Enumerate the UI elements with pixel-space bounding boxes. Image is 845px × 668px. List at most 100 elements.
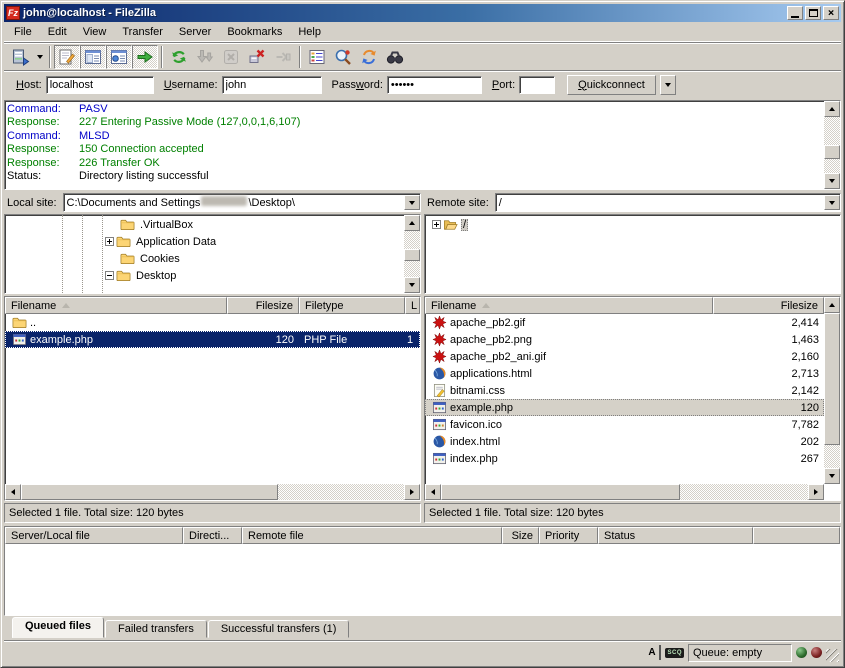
file-row-index-html[interactable]: index.html202 <box>425 433 824 450</box>
tab-failed-transfers[interactable]: Failed transfers <box>105 620 207 638</box>
site-manager-button[interactable] <box>8 45 34 69</box>
remote-site-dropdown-button[interactable] <box>824 195 840 210</box>
file-row-applications-html[interactable]: applications.html2,713 <box>425 365 824 382</box>
toggle-transfer-queue-button[interactable] <box>132 45 158 69</box>
expand-icon[interactable] <box>105 237 114 246</box>
file-row-favicon-ico[interactable]: favicon.ico7,782 <box>425 416 824 433</box>
image-icon <box>432 315 447 330</box>
arrow-down-icon <box>829 474 835 478</box>
menu-item-server[interactable]: Server <box>171 24 219 40</box>
local-scroll-left-button[interactable] <box>5 484 21 500</box>
directory-listing-filters-button[interactable] <box>304 45 330 69</box>
file-row-example-php[interactable]: example.php120 <box>425 399 824 416</box>
toggle-remote-tree-icon <box>110 48 128 66</box>
tab-successful-transfers-1-[interactable]: Successful transfers (1) <box>208 620 350 638</box>
tree-item-cookies[interactable]: Cookies <box>6 250 403 267</box>
local-scroll-thumb[interactable] <box>21 484 278 500</box>
menu-item-edit[interactable]: Edit <box>40 24 75 40</box>
log-scroll-thumb[interactable] <box>824 145 840 159</box>
local-tree-scroll-thumb[interactable] <box>404 249 420 261</box>
remote-scroll-right-button[interactable] <box>808 484 824 500</box>
local-site-combobox[interactable]: C:\Documents and Settings\Desktop\ <box>63 193 421 212</box>
host-input[interactable] <box>46 76 154 94</box>
minimize-button[interactable] <box>787 6 803 20</box>
quickconnect-button[interactable]: Quickconnect <box>567 75 656 95</box>
collapse-icon[interactable] <box>105 271 114 280</box>
tree-item-desktop[interactable]: Desktop <box>6 267 403 284</box>
file-row-index-php[interactable]: index.php267 <box>425 450 824 467</box>
toggle-message-log-button[interactable] <box>54 45 80 69</box>
tab-queued-files[interactable]: Queued files <box>12 617 104 638</box>
site-manager-dropdown-button[interactable] <box>34 45 46 69</box>
synchronized-browsing-button[interactable] <box>356 45 382 69</box>
password-input[interactable] <box>387 76 482 94</box>
remote-site-combobox[interactable]: / <box>495 193 841 212</box>
file-row-bitnami-css[interactable]: bitnami.css2,142 <box>425 382 824 399</box>
expand-icon[interactable] <box>432 220 441 229</box>
column-header-server-local-file[interactable]: Server/Local file <box>5 527 183 544</box>
remote-scroll-left-button[interactable] <box>425 484 441 500</box>
log-scroll-up-button[interactable] <box>824 101 840 117</box>
menu-item-transfer[interactable]: Transfer <box>114 24 171 40</box>
remote-scroll-thumb-h[interactable] <box>441 484 680 500</box>
log-scroll-down-button[interactable] <box>824 173 840 189</box>
tree-item--virtualbox[interactable]: .VirtualBox <box>6 216 403 233</box>
local-tree: .VirtualBoxApplication DataCookiesDeskto… <box>4 214 421 294</box>
local-tree-scroll-up-button[interactable] <box>404 215 420 231</box>
toggle-remote-tree-button[interactable] <box>106 45 132 69</box>
local-hscrollbar[interactable] <box>5 484 420 500</box>
column-header-label: Priority <box>545 530 579 542</box>
tree-item-root[interactable]: / <box>426 216 839 233</box>
column-header-size[interactable]: Size <box>502 527 539 544</box>
menu-item-view[interactable]: View <box>75 24 115 40</box>
maximize-button[interactable] <box>805 6 821 20</box>
find-files-button[interactable] <box>382 45 408 69</box>
file-row--[interactable]: .. <box>5 314 420 331</box>
column-header-status[interactable]: Status <box>598 527 753 544</box>
local-scroll-right-button[interactable] <box>404 484 420 500</box>
remote-scroll-up-button[interactable] <box>824 297 840 313</box>
log-scrollbar[interactable] <box>824 101 840 189</box>
menu-item-file[interactable]: File <box>6 24 40 40</box>
column-header-end[interactable] <box>753 527 840 544</box>
column-header-filetype[interactable]: Filetype <box>299 297 405 314</box>
column-header-filename[interactable]: Filename <box>5 297 227 314</box>
quickconnect-dropdown-button[interactable] <box>660 75 676 95</box>
menu-item-help[interactable]: Help <box>290 24 329 40</box>
tree-item-application-data[interactable]: Application Data <box>6 233 403 250</box>
column-header-remote-file[interactable]: Remote file <box>242 527 502 544</box>
remote-vscrollbar[interactable] <box>824 297 840 484</box>
column-header-label: Filename <box>11 300 56 312</box>
speed-limits-icon[interactable]: SCQ <box>665 648 684 658</box>
close-button[interactable]: × <box>823 6 839 20</box>
remote-scroll-down-button[interactable] <box>824 468 840 484</box>
remote-hscrollbar[interactable] <box>425 484 824 500</box>
remote-scroll-thumb[interactable] <box>824 313 840 445</box>
datatype-ascii-icon[interactable]: A <box>645 645 661 660</box>
refresh-button[interactable] <box>166 45 192 69</box>
column-header-l[interactable]: L <box>405 297 420 314</box>
local-site-path: C:\Documents and Settings\Desktop\ <box>67 196 295 209</box>
file-row-example-php[interactable]: example.php120PHP File1 <box>5 331 420 348</box>
resize-grip[interactable] <box>826 649 839 662</box>
local-tree-scrollbar[interactable] <box>404 215 420 293</box>
menu-item-bookmarks[interactable]: Bookmarks <box>219 24 290 40</box>
file-row-apache-pb2-ani-gif[interactable]: apache_pb2_ani.gif2,160 <box>425 348 824 365</box>
local-tree-scroll-down-button[interactable] <box>404 277 420 293</box>
file-row-apache-pb2-png[interactable]: apache_pb2.png1,463 <box>425 331 824 348</box>
disconnect-button[interactable] <box>244 45 270 69</box>
quickconnect-bar: Host: Username: Password: Port: Quickcon… <box>4 70 841 98</box>
column-header-filename[interactable]: Filename <box>425 297 713 314</box>
port-input[interactable] <box>519 76 555 94</box>
username-input[interactable] <box>222 76 322 94</box>
column-header-priority[interactable]: Priority <box>539 527 598 544</box>
file-row-apache-pb2-gif[interactable]: apache_pb2.gif2,414 <box>425 314 824 331</box>
local-site-dropdown-button[interactable] <box>404 195 420 210</box>
remote-tree: / <box>424 214 841 294</box>
column-header-filesize[interactable]: Filesize <box>227 297 299 314</box>
compare-directories-button[interactable] <box>330 45 356 69</box>
app-icon[interactable]: Fz <box>6 6 20 20</box>
column-header-filesize[interactable]: Filesize <box>713 297 824 314</box>
toggle-local-tree-button[interactable] <box>80 45 106 69</box>
column-header-directi-[interactable]: Directi... <box>183 527 242 544</box>
